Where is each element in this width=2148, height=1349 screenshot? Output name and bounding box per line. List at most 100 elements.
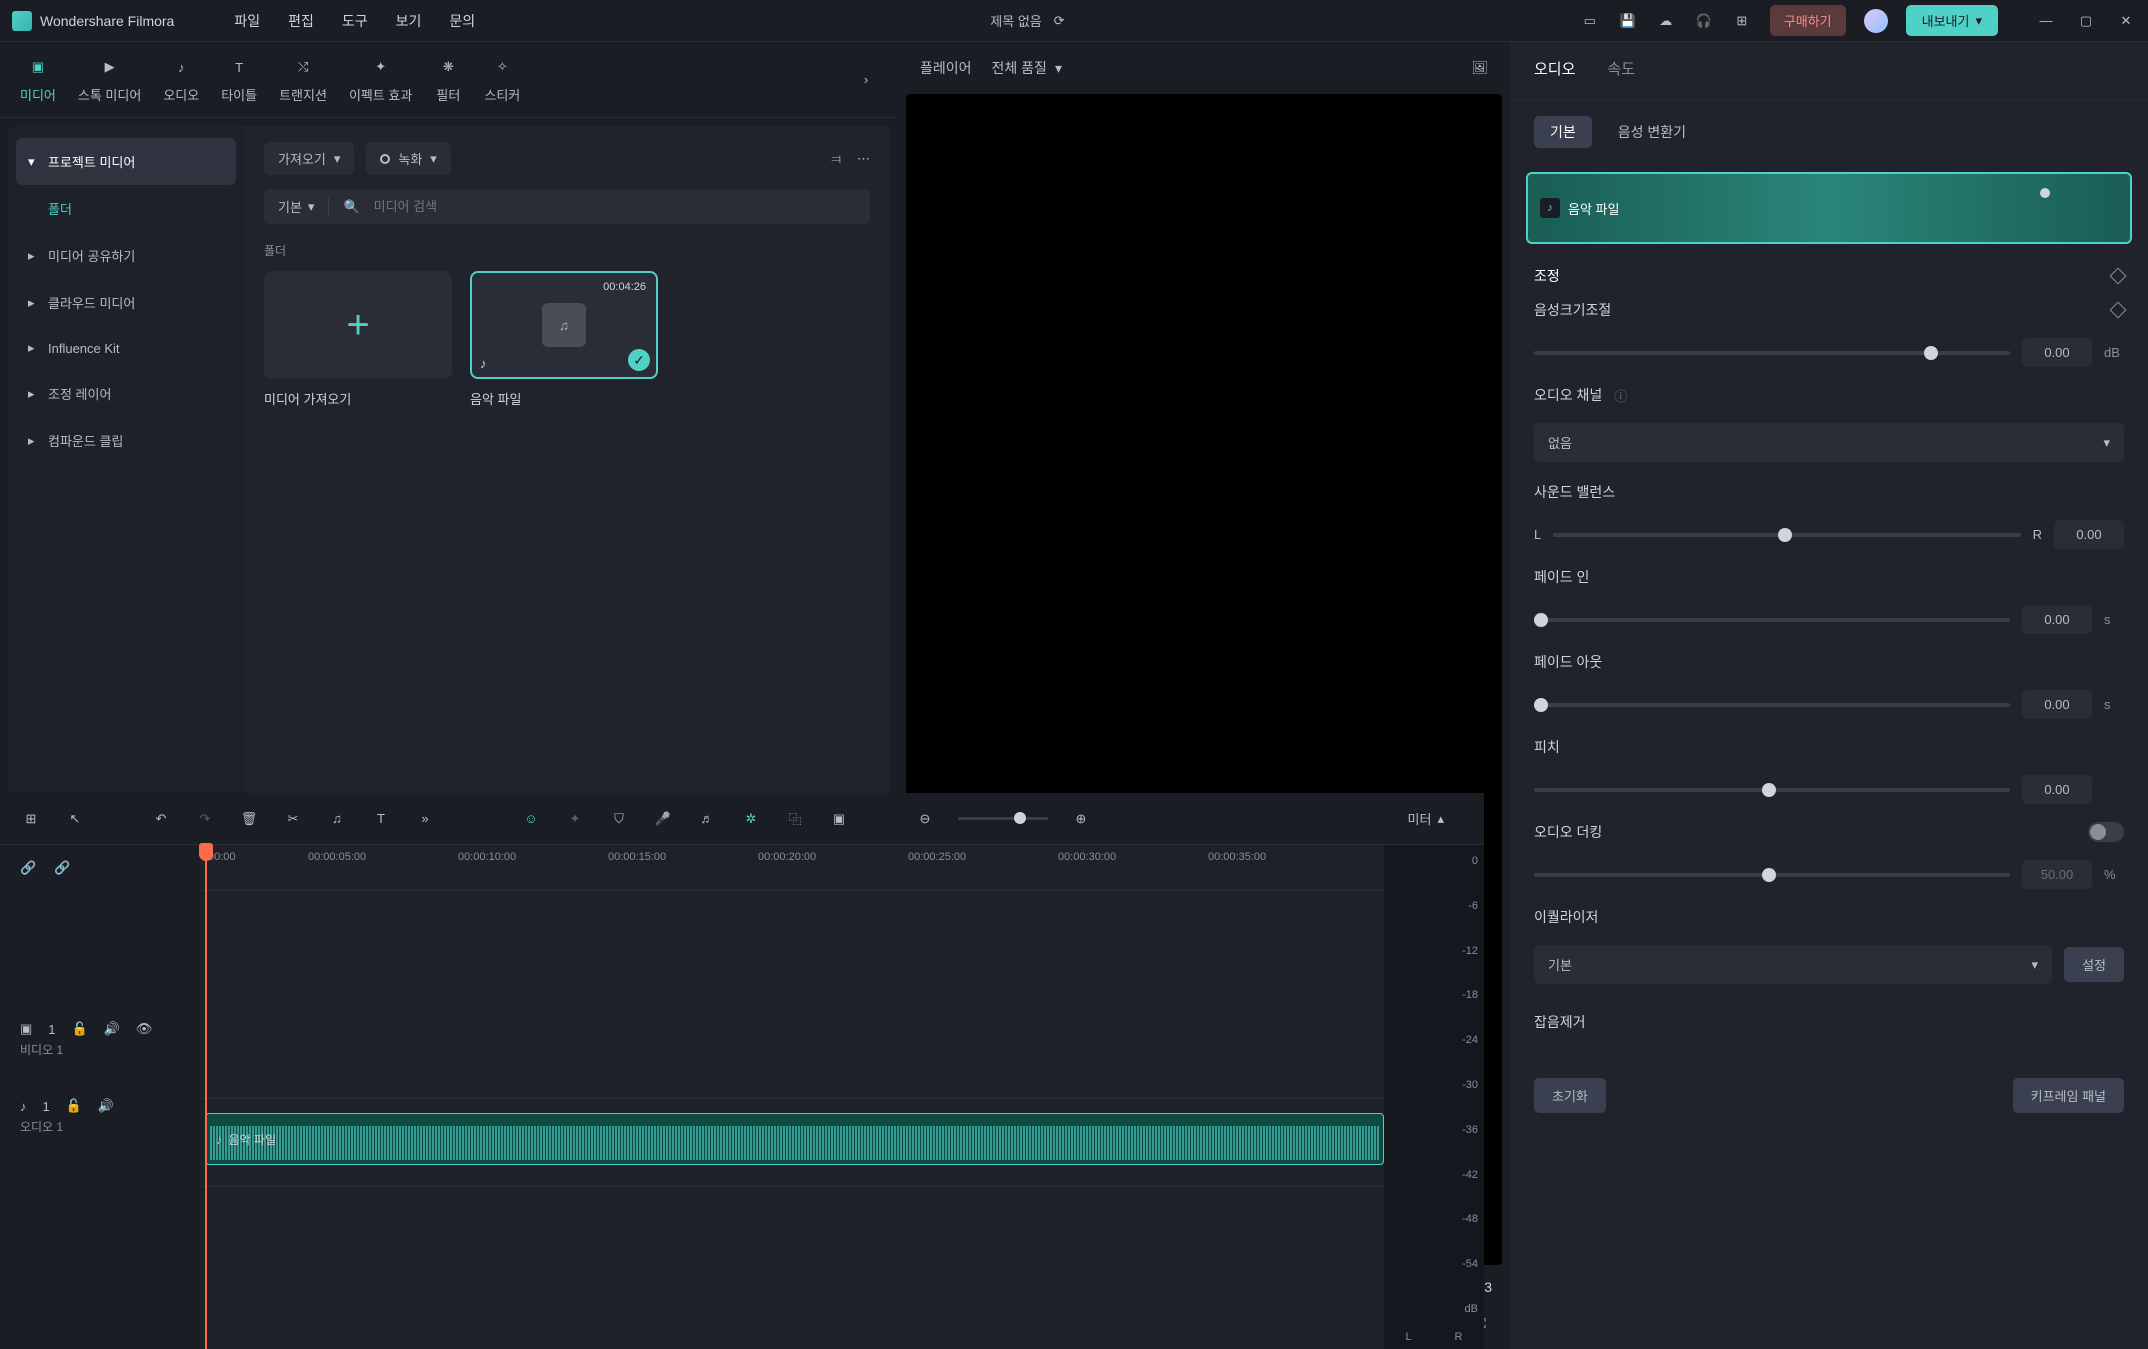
video-track-row[interactable] — [200, 1011, 1384, 1099]
sidebar-adjustment-layer[interactable]: ▸ 조정 레이어 — [8, 370, 244, 417]
close-button[interactable]: ✕ — [2116, 11, 2136, 31]
beat-icon[interactable]: ♫ — [326, 808, 348, 830]
meter-toggle[interactable]: 미터 ▴ — [1408, 809, 1464, 828]
balance-value[interactable]: 0.00 — [2054, 520, 2124, 549]
auto-icon[interactable]: ✲ — [740, 808, 762, 830]
smiley-icon[interactable]: ☺ — [520, 808, 542, 830]
volume-value[interactable]: 0.00 — [2022, 338, 2092, 367]
sidebar-project-media[interactable]: ▾ 프로젝트 미디어 — [16, 138, 236, 185]
import-dropdown[interactable]: 가져오기 ▾ — [264, 142, 354, 175]
record-dropdown[interactable]: 녹화 ▾ — [366, 142, 450, 175]
tab-speed[interactable]: 속도 — [1607, 58, 1635, 83]
text-icon[interactable]: T — [370, 808, 392, 830]
visibility-icon[interactable]: 👁 — [136, 1021, 153, 1037]
minimize-button[interactable]: — — [2036, 11, 2056, 31]
keyframe-diamond-icon[interactable] — [2110, 302, 2127, 319]
fadeout-slider[interactable] — [1534, 703, 2010, 707]
zoom-in-icon[interactable]: ⊕ — [1070, 808, 1092, 830]
maximize-button[interactable]: ▢ — [2076, 11, 2096, 31]
more-options-icon[interactable]: ⋯ — [857, 151, 870, 167]
audio-track-row[interactable]: ♪ 음악 파일 — [200, 1099, 1384, 1187]
layout-icon[interactable]: ⊞ — [20, 808, 42, 830]
mic-icon[interactable]: 🎤 — [652, 808, 674, 830]
nav-tab-title[interactable]: T 타이틀 — [221, 55, 257, 104]
nav-tab-stock[interactable]: ▶ 스톡 미디어 — [78, 55, 141, 104]
nav-tab-effect[interactable]: ✦ 이펙트 효과 — [349, 55, 412, 104]
mute-icon[interactable]: 🔊 — [98, 1098, 114, 1114]
nav-tab-transition[interactable]: ⤭ 트랜지션 — [279, 55, 327, 104]
crop-icon[interactable]: ▣ — [828, 808, 850, 830]
zoom-slider[interactable] — [958, 817, 1048, 820]
undo-icon[interactable]: ↶ — [150, 808, 172, 830]
eq-settings-button[interactable]: 설정 — [2064, 947, 2124, 982]
quality-dropdown[interactable]: 전체 품질 ▾ — [992, 58, 1062, 78]
menu-help[interactable]: 문의 — [449, 11, 475, 31]
cut-icon[interactable]: ✂ — [282, 808, 304, 830]
volume-slider[interactable] — [1534, 351, 2010, 355]
menu-tools[interactable]: 도구 — [342, 11, 368, 31]
subtab-voice[interactable]: 음성 변환기 — [1602, 116, 1702, 148]
subtab-basic[interactable]: 기본 — [1534, 116, 1592, 148]
ducking-value[interactable]: 50.00 — [2022, 860, 2092, 889]
track-link2-icon[interactable]: 🔗 — [54, 860, 70, 876]
nav-tab-sticker[interactable]: ✧ 스티커 — [484, 55, 520, 104]
device-icon[interactable]: ▭ — [1580, 11, 1600, 31]
nav-tab-audio[interactable]: ♪ 오디오 — [163, 55, 199, 104]
ducking-toggle[interactable] — [2088, 822, 2124, 842]
sidebar-folder[interactable]: 폴더 — [8, 185, 244, 232]
reset-button[interactable]: 초기화 — [1534, 1078, 1606, 1113]
nav-tab-filter[interactable]: ❋ 필터 — [434, 55, 462, 104]
menu-view[interactable]: 보기 — [396, 11, 422, 31]
sidebar-share-media[interactable]: ▸ 미디어 공유하기 — [8, 232, 244, 279]
delete-icon[interactable]: 🗑 — [238, 808, 260, 830]
menu-edit[interactable]: 편집 — [288, 11, 314, 31]
cloud-icon[interactable]: ☁ — [1656, 11, 1676, 31]
user-avatar[interactable] — [1864, 9, 1888, 33]
pitch-value[interactable]: 0.00 — [2022, 775, 2092, 804]
mute-icon[interactable]: 🔊 — [104, 1021, 120, 1037]
zoom-out-icon[interactable]: ⊖ — [914, 808, 936, 830]
ducking-slider[interactable] — [1534, 873, 2010, 877]
keyframe-diamond-icon[interactable] — [2110, 268, 2127, 285]
waveform-marker[interactable] — [2040, 188, 2050, 198]
redo-icon[interactable]: ↷ — [194, 808, 216, 830]
sidebar-compound-clip[interactable]: ▸ 컴파운드 클립 — [8, 417, 244, 464]
channel-select[interactable]: 없음 ▾ — [1534, 423, 2124, 462]
lock-icon[interactable]: 🔓 — [72, 1021, 88, 1037]
sidebar-cloud-media[interactable]: ▸ 클라우드 미디어 — [8, 279, 244, 326]
audio-track-header[interactable]: ♪1 🔓 🔊 오디오 1 — [0, 1088, 200, 1145]
video-track-header[interactable]: ▣1 🔓 🔊 👁 비디오 1 — [0, 1011, 200, 1068]
music-list-icon[interactable]: ♬ — [696, 808, 718, 830]
keyframe-panel-button[interactable]: 키프레임 패널 — [2013, 1078, 2124, 1113]
snapshot-icon[interactable]: 🖼 — [1471, 60, 1488, 76]
eq-select[interactable]: 기본 ▾ — [1534, 945, 2052, 984]
balance-slider[interactable] — [1553, 533, 2020, 537]
shield-icon[interactable]: ⛉ — [608, 808, 630, 830]
fadein-slider[interactable] — [1534, 618, 2010, 622]
sidebar-influence-kit[interactable]: ▸ Influence Kit — [8, 326, 244, 370]
lock-icon[interactable]: 🔓 — [66, 1098, 82, 1114]
filter-icon[interactable]: ⫤ — [831, 151, 841, 167]
sort-dropdown[interactable]: 기본 ▾ — [278, 197, 329, 216]
fadeout-value[interactable]: 0.00 — [2022, 690, 2092, 719]
sparkle-icon[interactable]: ✦ — [564, 808, 586, 830]
track-link-icon[interactable]: 🔗 — [20, 860, 36, 876]
fadein-value[interactable]: 0.00 — [2022, 605, 2092, 634]
pitch-slider[interactable] — [1534, 788, 2010, 792]
nav-tab-media[interactable]: ▣ 미디어 — [20, 55, 56, 104]
waveform-preview[interactable]: ♪ 음악 파일 — [1526, 172, 2132, 244]
media-audio-card[interactable]: 00:04:26 ♫ ♪ ✓ 음악 파일 — [470, 271, 658, 408]
tab-audio[interactable]: 오디오 — [1534, 58, 1575, 83]
nav-next-arrow[interactable]: › — [854, 68, 878, 92]
save-icon[interactable]: 💾 — [1618, 11, 1638, 31]
timeline-ruler[interactable]: 00:00 00:00:05:00 00:00:10:00 00:00:15:0… — [200, 845, 1384, 891]
export-button[interactable]: 내보내기 ▾ — [1906, 5, 1998, 36]
headphone-icon[interactable]: 🎧 — [1694, 11, 1714, 31]
menu-file[interactable]: 파일 — [234, 11, 260, 31]
select-tool-icon[interactable]: ↖ — [64, 808, 86, 830]
playhead[interactable] — [205, 845, 207, 1349]
help-icon[interactable]: ⓘ — [1614, 386, 1627, 405]
player-dropdown[interactable]: 플레이어 — [920, 58, 972, 78]
more-tools-icon[interactable]: » — [414, 808, 436, 830]
grid-icon[interactable]: ⊞ — [1732, 11, 1752, 31]
